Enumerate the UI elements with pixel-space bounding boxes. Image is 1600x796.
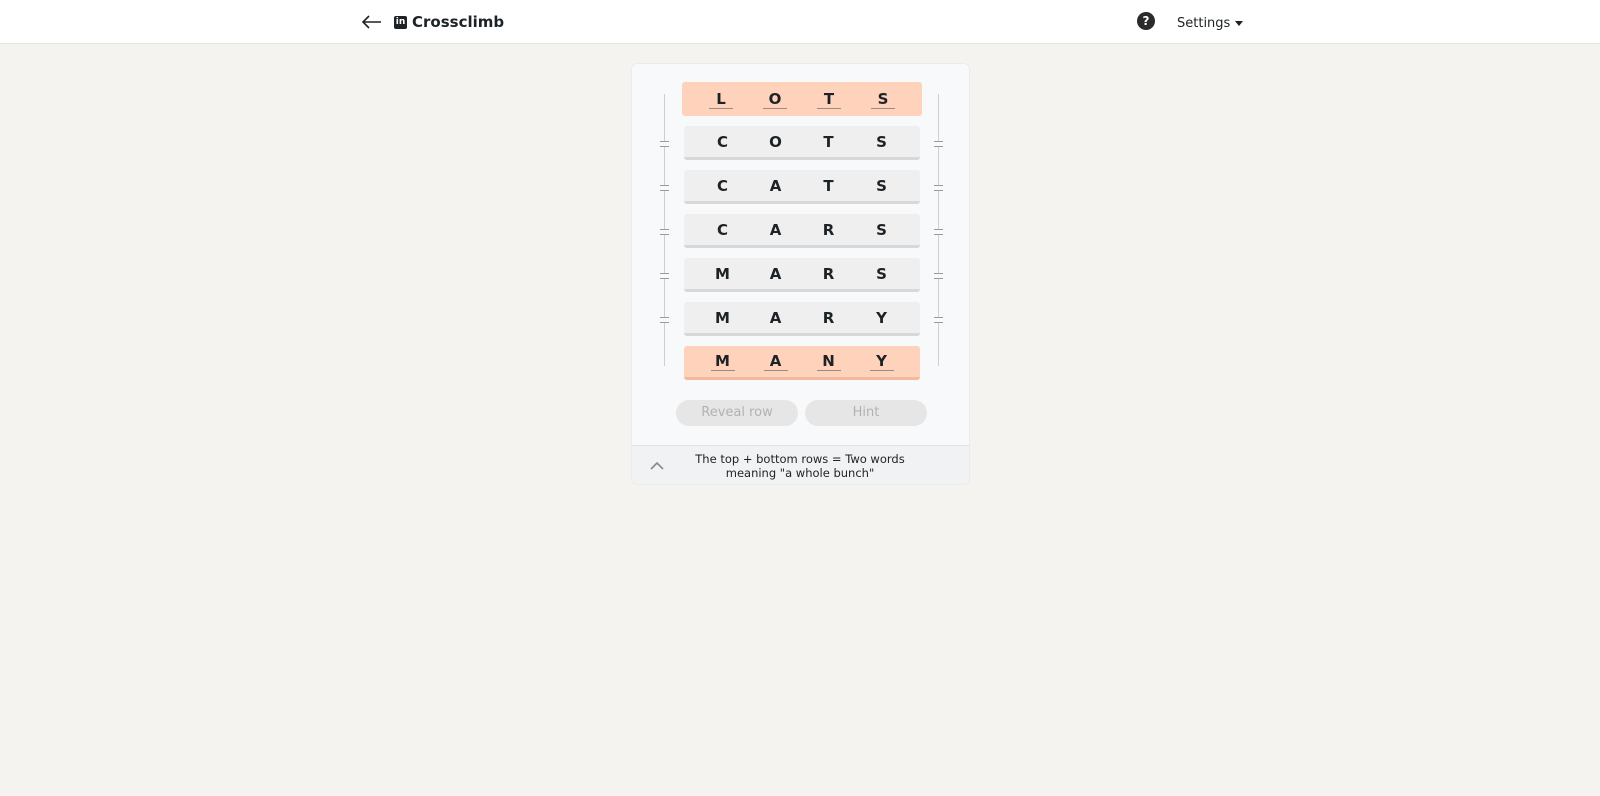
- drag-handle-icon[interactable]: [934, 141, 943, 147]
- letter-cell: M: [715, 264, 730, 283]
- linkedin-icon: in: [394, 15, 407, 29]
- drag-handle-icon[interactable]: [660, 141, 669, 147]
- page-title: Crossclimb: [412, 13, 505, 31]
- drag-handle-icon[interactable]: [934, 317, 943, 323]
- drag-handle-icon[interactable]: [660, 317, 669, 323]
- letter-cell: C: [716, 220, 728, 239]
- letter-cell: C: [716, 132, 728, 151]
- letter-cell: A: [769, 176, 782, 195]
- letter-cell: C: [716, 176, 728, 195]
- letter-cell: S: [876, 220, 887, 239]
- top-bar: in Crossclimb ? Settings: [0, 0, 1600, 44]
- letter-cell: N: [816, 352, 841, 371]
- letter-cell: S: [876, 132, 887, 151]
- drag-handle-icon[interactable]: [660, 273, 669, 279]
- drag-handle-icon[interactable]: [660, 229, 669, 235]
- letter-cell: R: [822, 220, 835, 239]
- back-button[interactable]: [360, 10, 384, 34]
- movable-row[interactable]: MARS: [684, 258, 920, 292]
- letter-cell: Y: [869, 352, 894, 371]
- letter-cell: S: [876, 176, 887, 195]
- drag-handle-icon[interactable]: [934, 185, 943, 191]
- settings-label: Settings: [1177, 15, 1231, 31]
- drag-handle-icon[interactable]: [934, 229, 943, 235]
- reveal-row-button[interactable]: Reveal row: [676, 400, 798, 426]
- clue-line-1: The top + bottom rows = Two words: [695, 452, 905, 466]
- drag-handle-icon[interactable]: [934, 273, 943, 279]
- arrow-left-icon: [362, 15, 381, 29]
- clue-text: The top + bottom rows = Two words meanin…: [690, 452, 910, 480]
- clue-bar: The top + bottom rows = Two words meanin…: [632, 445, 969, 484]
- letter-cell: A: [763, 352, 788, 371]
- letter-cell: S: [876, 264, 887, 283]
- movable-row[interactable]: CARS: [684, 214, 920, 248]
- letter-cell: Y: [876, 308, 887, 327]
- letter-cell: O: [763, 90, 787, 109]
- letter-cell: T: [817, 90, 841, 109]
- letter-cell: O: [769, 132, 782, 151]
- settings-dropdown[interactable]: Settings: [1177, 14, 1244, 32]
- movable-row[interactable]: COTS: [684, 126, 920, 160]
- question-circle-icon: ?: [1142, 14, 1150, 28]
- caret-down-icon: [1235, 20, 1244, 26]
- fixed-row[interactable]: MANY: [684, 346, 920, 380]
- letter-cell: L: [709, 90, 733, 109]
- help-button[interactable]: ?: [1137, 12, 1155, 30]
- letter-cell: S: [871, 90, 895, 109]
- letter-cell: T: [823, 176, 834, 195]
- letter-cell: R: [822, 308, 835, 327]
- letter-cell: T: [823, 132, 834, 151]
- letter-cell: M: [715, 308, 730, 327]
- fixed-row[interactable]: LOTS: [682, 82, 922, 116]
- drag-handle-icon[interactable]: [660, 185, 669, 191]
- letter-cell: R: [822, 264, 835, 283]
- letter-cell: A: [769, 308, 782, 327]
- brand: in Crossclimb: [394, 11, 504, 33]
- movable-row[interactable]: CATS: [684, 170, 920, 204]
- chevron-up-icon: [650, 462, 664, 470]
- movable-row[interactable]: MARY: [684, 302, 920, 336]
- clue-toggle-button[interactable]: [648, 458, 666, 474]
- letter-cell: M: [710, 352, 735, 371]
- clue-line-2: meaning "a whole bunch": [725, 466, 875, 480]
- puzzle-card: LOTSCOTSCATSCARSMARSMARYMANY Reveal row …: [631, 63, 970, 485]
- letter-cell: A: [769, 220, 782, 239]
- hint-button[interactable]: Hint: [805, 400, 927, 426]
- letter-cell: A: [769, 264, 782, 283]
